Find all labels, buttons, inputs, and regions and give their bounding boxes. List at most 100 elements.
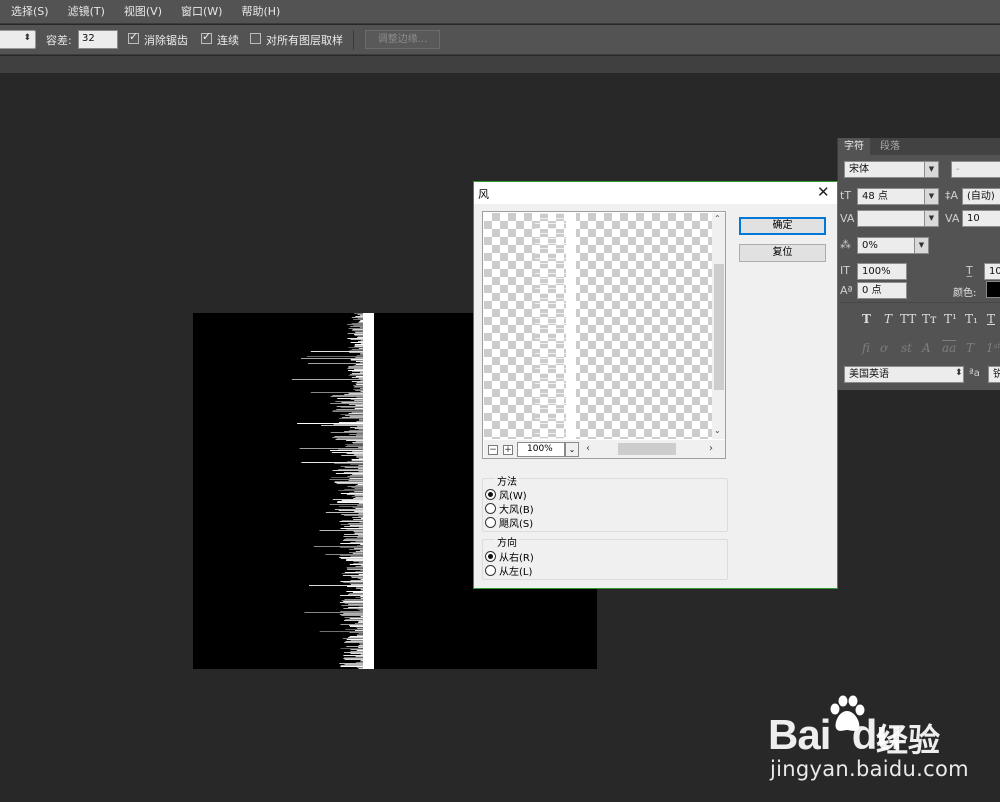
direction-option-right[interactable]: 从右(R) [485, 549, 534, 564]
method-option-label: 飓风(S) [499, 519, 534, 530]
method-option-wind[interactable]: 风(W) [485, 487, 527, 502]
direction-option-label: 从左(L) [499, 567, 533, 578]
jingyan-logo-text: 经验 [876, 721, 941, 759]
close-icon[interactable]: ✕ [817, 184, 830, 200]
antialias-icon: ªa [969, 368, 980, 379]
chevron-down-icon[interactable]: ⌄ [565, 442, 579, 457]
direction-group: 方向 从右(R) 从左(L) [482, 534, 728, 580]
document-tab-strip [0, 56, 1000, 73]
menu-filter[interactable]: 滤镜(T) [57, 0, 113, 24]
tab-paragraph[interactable]: 段落 [874, 138, 906, 155]
baidu-paw-icon [830, 695, 865, 731]
radio-icon[interactable] [485, 565, 496, 576]
tsume-icon: ⁂ [840, 238, 851, 251]
tsume-field[interactable]: 0% [857, 237, 917, 254]
method-group: 方法 风(W) 大风(B) 飓风(S) [482, 473, 728, 532]
font-style-field[interactable]: - [951, 161, 1000, 178]
chevron-down-icon[interactable]: ▼ [924, 188, 939, 205]
antialias-select[interactable]: 锐 [988, 366, 1000, 383]
character-panel: 字符 段落 宋体 ▼ - tT 48 点 ▼ ‡A (自动) VA ▼ VA 1… [837, 138, 1000, 390]
method-option-blast[interactable]: 大风(B) [485, 501, 534, 516]
baidu-jingyan-watermark: Bai du 经验 jingyan.baidu.com [768, 695, 969, 785]
panel-tabs: 字符 段落 [838, 138, 1000, 155]
all-caps-icon[interactable]: TT [900, 312, 916, 326]
chevron-down-icon[interactable]: ▼ [924, 161, 939, 178]
dialog-title: 风 [478, 188, 489, 201]
method-option-stagger[interactable]: 飓风(S) [485, 515, 533, 530]
radio-icon[interactable] [485, 551, 496, 562]
vertical-scroll-thumb[interactable] [714, 264, 724, 390]
panel-divider [840, 302, 1000, 303]
color-label: 颜色: [953, 288, 977, 299]
chevron-left-icon[interactable]: ‹ [586, 443, 590, 454]
sample-all-layers-checkbox[interactable] [250, 33, 261, 44]
kerning-icon: VA [840, 212, 855, 225]
radio-icon[interactable] [485, 489, 496, 500]
swash-icon[interactable]: A [922, 341, 931, 355]
faux-italic-icon[interactable]: T [884, 312, 892, 326]
menu-view[interactable]: 视图(V) [113, 0, 170, 24]
contiguous-checkbox[interactable] [201, 30, 212, 44]
antialias-label: 消除锯齿 [144, 34, 188, 47]
method-group-title: 方法 [495, 473, 519, 488]
tolerance-label: 容差: [46, 34, 72, 47]
ligature-icon[interactable]: fi [862, 341, 870, 355]
preview-pane[interactable]: ⌃ ⌄ − + 100% ⌄ ‹ › [482, 211, 726, 459]
old-style-icon[interactable]: ơ [880, 341, 887, 355]
method-option-label: 大风(B) [499, 505, 534, 516]
zoom-in-icon[interactable]: + [503, 445, 513, 455]
tolerance-input[interactable]: 32 [78, 30, 118, 49]
chevron-up-icon[interactable]: ⌃ [714, 214, 721, 223]
chevron-down-icon[interactable]: ▼ [914, 237, 929, 254]
refine-edge-button[interactable]: 调整边缘... [365, 30, 440, 49]
chevron-right-icon[interactable]: › [709, 443, 713, 454]
chevron-down-icon[interactable]: ⌄ [714, 426, 721, 435]
preview-white-bar [566, 213, 576, 439]
alternates-icon[interactable]: T [966, 341, 974, 355]
horizontal-scale-icon: T̲ [966, 264, 973, 277]
menu-help[interactable]: 帮助(H) [230, 0, 288, 24]
tracking-field[interactable]: 10 [962, 210, 1000, 227]
dialog-titlebar[interactable]: 风 ✕ [474, 182, 837, 204]
underline-icon[interactable]: T [987, 312, 995, 326]
chevron-down-icon[interactable]: ▼ [924, 210, 939, 227]
sample-size-select[interactable]: ⬍ [0, 30, 36, 49]
subscript-icon[interactable]: T₁ [965, 312, 978, 326]
options-bar: ⬍ 容差: 32 消除锯齿 连续 对所有图层取样 调整边缘... [0, 25, 1000, 55]
radio-icon[interactable] [485, 503, 496, 514]
small-caps-icon[interactable]: Tт [922, 312, 937, 326]
zoom-level-field[interactable]: 100% [517, 442, 565, 457]
font-size-field[interactable]: 48 点 [857, 188, 933, 205]
direction-option-label: 从右(R) [499, 553, 534, 564]
preview-wind-streaks [535, 213, 567, 439]
contiguous-label: 连续 [217, 34, 239, 47]
menu-select[interactable]: 选择(S) [0, 0, 57, 24]
horizontal-scroll-thumb[interactable] [618, 443, 676, 455]
antialias-checkbox[interactable] [128, 30, 139, 44]
tab-character[interactable]: 字符 [838, 138, 870, 155]
updown-icon: ⬍ [955, 368, 963, 378]
font-family-field[interactable]: 宋体 [844, 161, 932, 178]
horizontal-scale-field[interactable]: 100 [984, 263, 1000, 280]
wind-streaks [291, 313, 365, 669]
radio-icon[interactable] [485, 517, 496, 528]
method-option-label: 风(W) [499, 491, 527, 502]
direction-option-left[interactable]: 从左(L) [485, 563, 532, 578]
faux-bold-icon[interactable]: T [862, 312, 871, 326]
vertical-scale-icon: IT [840, 264, 850, 277]
watermark-url: jingyan.baidu.com [770, 757, 969, 781]
titling-icon[interactable]: aa [942, 341, 956, 355]
superscript-icon[interactable]: T¹ [944, 312, 957, 326]
text-color-swatch[interactable] [986, 281, 1000, 298]
zoom-out-icon[interactable]: − [488, 445, 498, 455]
vertical-scale-field[interactable]: 100% [857, 263, 907, 280]
reset-button[interactable]: 复位 [739, 244, 826, 262]
menu-window[interactable]: 窗口(W) [170, 0, 230, 24]
ok-button[interactable]: 确定 [739, 217, 826, 235]
kerning-field[interactable] [857, 210, 933, 227]
leading-field[interactable]: (自动) [962, 188, 1000, 205]
ordinal-icon[interactable]: 1ˢᵗ [986, 341, 1000, 355]
baseline-shift-field[interactable]: 0 点 [857, 282, 907, 299]
language-select[interactable]: 美国英语 [844, 366, 964, 383]
discretionary-icon[interactable]: st [901, 341, 912, 355]
